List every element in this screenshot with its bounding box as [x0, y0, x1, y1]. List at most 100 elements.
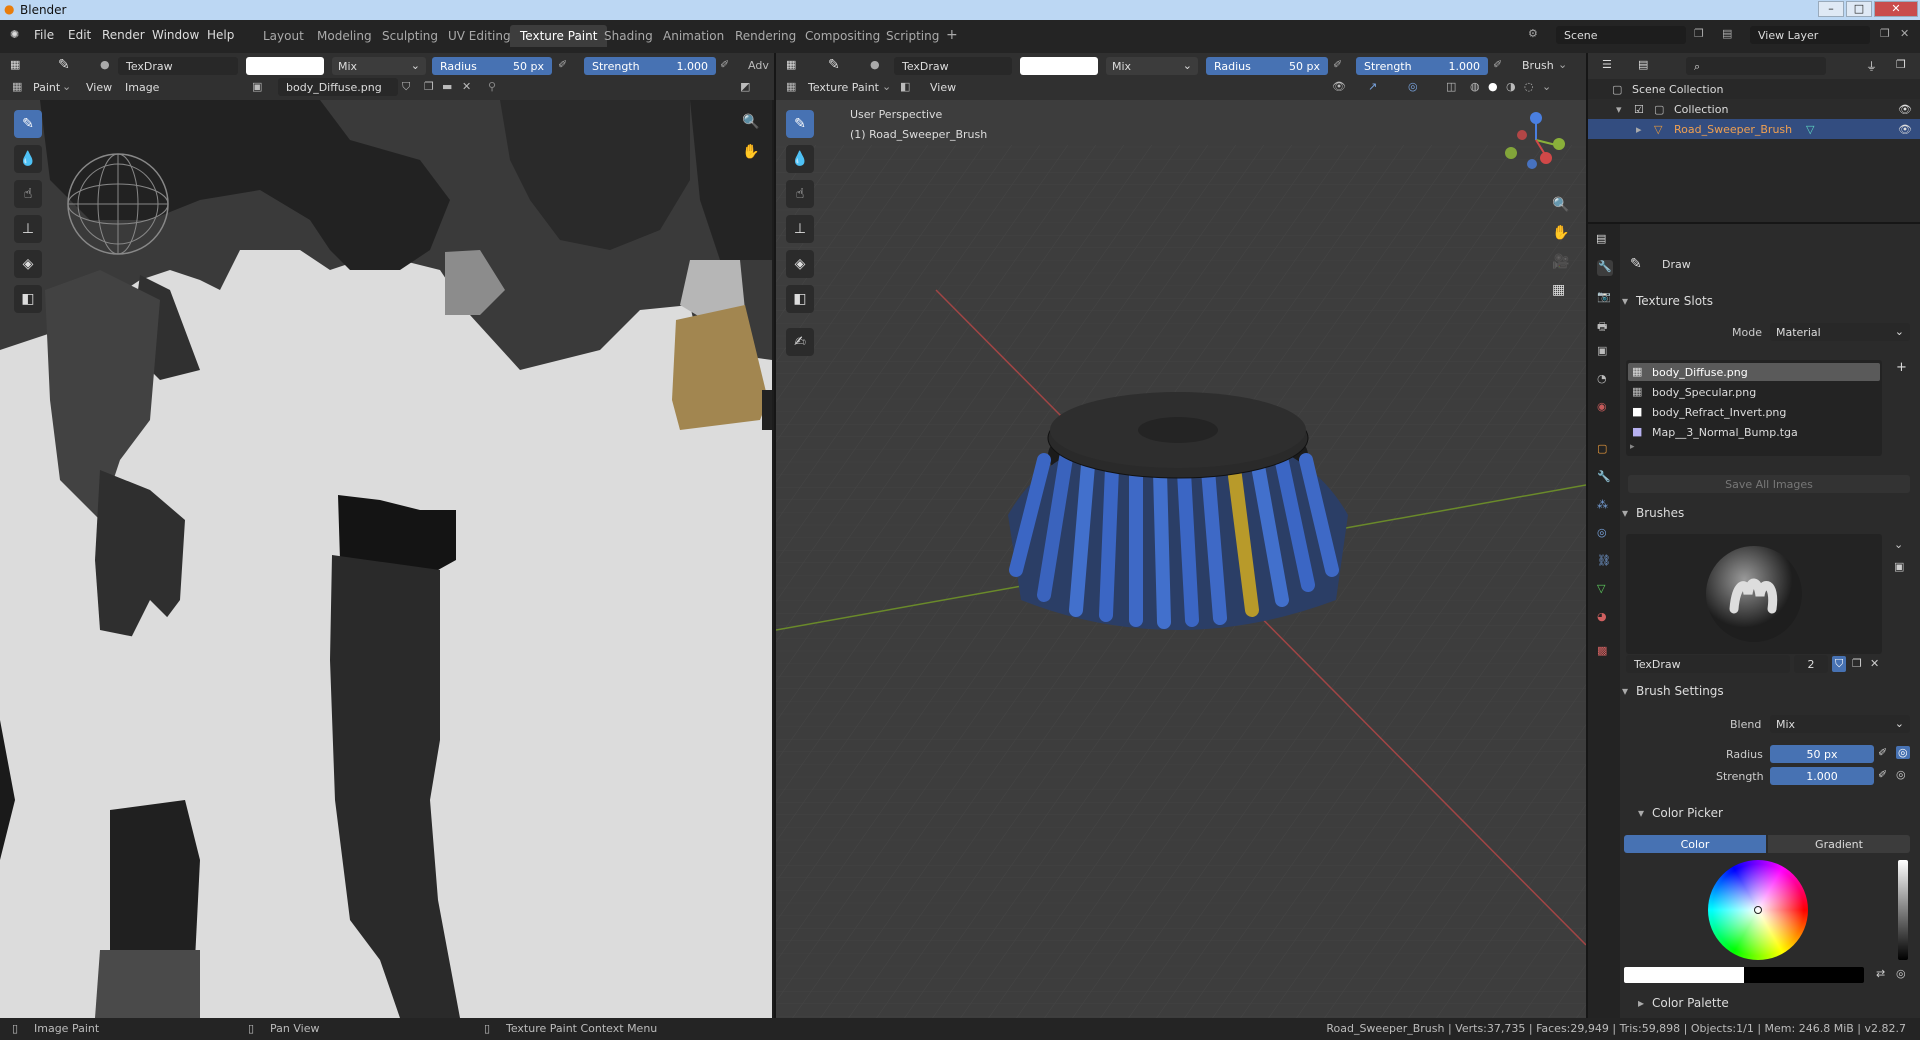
strength-pressure-icon[interactable]: ✐ [720, 58, 729, 71]
strength-slider[interactable]: Strength 1.000 [1356, 57, 1488, 75]
gradient-tab[interactable]: Gradient [1768, 835, 1910, 853]
menu-edit[interactable]: Edit [68, 28, 91, 42]
minimize-button[interactable]: – [1818, 1, 1844, 17]
clone-tool-button[interactable]: ⊥ [786, 215, 814, 243]
blend-dropdown[interactable]: Mix ⌄ [1770, 715, 1910, 733]
brush-image-icon[interactable]: ▣ [1894, 560, 1904, 573]
strength-pressure-icon[interactable]: ✐ [1878, 768, 1887, 781]
maximize-button[interactable]: □ [1846, 1, 1872, 17]
brush-settings-panel-header[interactable]: ▾ Brush Settings [1622, 684, 1912, 706]
wireframe-shading-icon[interactable]: ◍ [1470, 80, 1480, 93]
brush-users-count[interactable]: 2 [1794, 655, 1828, 673]
strength-pressure-icon[interactable]: ✐ [1493, 58, 1502, 71]
menu-render[interactable]: Render [102, 28, 145, 42]
rendered-shading-icon[interactable]: ◌ [1524, 80, 1534, 93]
mesh-data-icon[interactable]: ▽ [1806, 123, 1814, 136]
viewport-3d[interactable]: User Perspective (1) Road_Sweeper_Brush … [776, 100, 1586, 1018]
material-tab-icon[interactable]: ◕ [1597, 610, 1607, 623]
editor-type-icon[interactable]: ▦ [786, 58, 796, 71]
tab-texture-paint[interactable]: Texture Paint [510, 25, 608, 47]
zoom-icon[interactable]: 🔍 [742, 114, 759, 130]
output-tab-icon[interactable]: 🖶 [1597, 318, 1607, 337]
render-tab-icon[interactable]: 📷 [1597, 290, 1611, 303]
mode-dropdown[interactable]: Material ⌄ [1770, 323, 1910, 341]
pan-hand-icon[interactable]: ✋ [742, 144, 759, 160]
list-item[interactable]: ▦ body_Diffuse.png [1628, 363, 1880, 381]
radius-pressure-icon[interactable]: ✐ [1878, 746, 1887, 759]
new-collection-icon[interactable]: ❐ [1896, 58, 1906, 71]
new-scene-icon[interactable]: ❐ [1694, 27, 1704, 40]
eye-icon[interactable]: 👁 [1898, 103, 1912, 116]
object-tab-icon[interactable]: ▢ [1597, 442, 1607, 455]
blend-dropdown[interactable]: Mix ⌄ [1106, 57, 1198, 75]
brush-color-swatch[interactable] [1020, 57, 1098, 75]
brushes-panel-header[interactable]: ▾ Brushes [1622, 506, 1912, 528]
tool-tab-icon[interactable]: 🔧 [1597, 260, 1613, 276]
radius-pressure-icon[interactable]: ✐ [1333, 58, 1342, 71]
expand-arrow-icon[interactable]: ▸ [1636, 123, 1642, 136]
color-wheel[interactable] [1708, 860, 1808, 960]
tab-sculpting[interactable]: Sculpting [372, 25, 448, 47]
unlink-brush-icon[interactable]: ✕ [1870, 657, 1879, 670]
fill-tool-button[interactable]: ◈ [786, 250, 814, 278]
add-slot-icon[interactable]: + [1896, 360, 1907, 375]
brush-color-swatch[interactable] [246, 57, 324, 75]
brush-tool-icon[interactable]: ✎ [828, 57, 840, 73]
outliner-row-collection[interactable]: ▾ ☑ ▢ Collection 👁 [1588, 99, 1920, 119]
editor-type-icon[interactable]: ☰ [1602, 58, 1612, 71]
scene-icon[interactable]: ⚙ [1528, 27, 1538, 40]
texture-tab-icon[interactable]: ▩ [1597, 644, 1607, 657]
blender-menu-icon[interactable]: ✺ [10, 28, 19, 41]
brush-menu[interactable]: Brush [1522, 59, 1554, 72]
outliner-search-input[interactable]: ⌕ [1686, 57, 1826, 75]
eye-icon[interactable]: 👁 [1898, 123, 1912, 136]
paint-mode-dropdown[interactable]: Paint [33, 81, 60, 94]
tab-uv-editing[interactable]: UV Editing [438, 25, 521, 47]
editor-type-icon[interactable]: ▦ [10, 58, 20, 71]
display-channels-icon[interactable]: ◩ [740, 80, 750, 93]
world-tab-icon[interactable]: ◉ [1597, 400, 1607, 413]
outliner-row-scene-collection[interactable]: ▢ Scene Collection [1588, 79, 1920, 99]
smear-tool-button[interactable]: ☝ [786, 180, 814, 208]
draw-tool-button[interactable]: ✎ [14, 110, 42, 138]
save-all-images-button[interactable]: Save All Images [1628, 475, 1910, 493]
new-view-layer-icon[interactable]: ❐ [1880, 27, 1890, 40]
list-item[interactable]: ▦ body_Specular.png [1628, 383, 1880, 401]
radius-pressure-icon[interactable]: ✐ [558, 58, 567, 71]
radius-unit-icon[interactable]: ◎ [1896, 746, 1910, 759]
clone-tool-button[interactable]: ⊥ [14, 215, 42, 243]
unlink-image-icon[interactable]: ✕ [462, 80, 471, 93]
pan-hand-icon[interactable]: ✋ [1552, 225, 1569, 241]
fake-user-shield-icon[interactable]: ⛉ [1832, 656, 1847, 672]
brush-preview[interactable] [1626, 534, 1882, 654]
checkbox-icon[interactable]: ☑ [1634, 103, 1644, 116]
swap-colors-icon[interactable]: ⇄ [1876, 967, 1885, 980]
open-image-icon[interactable]: ▬ [442, 80, 452, 93]
modifiers-tab-icon[interactable]: 🔧 [1597, 470, 1611, 483]
material-shading-icon[interactable]: ◑ [1506, 80, 1516, 93]
xray-toggle-icon[interactable]: ◫ [1446, 80, 1456, 93]
brush-name-field[interactable]: TexDraw [1626, 655, 1790, 673]
color-palette-panel-header[interactable]: ▸ Color Palette [1638, 996, 1920, 1018]
list-item[interactable]: ■ Map__3_Normal_Bump.tga [1628, 423, 1880, 441]
display-mode-icon[interactable]: ▤ [1638, 58, 1648, 71]
texture-slots-panel-header[interactable]: ▾ Texture Slots [1622, 294, 1912, 316]
pin-icon[interactable]: ⚲ [488, 80, 496, 93]
visibility-icon[interactable]: 👁 [1332, 80, 1346, 93]
brush-name-field[interactable]: TexDraw [118, 57, 238, 75]
physics-tab-icon[interactable]: ◎ [1597, 526, 1607, 539]
filter-icon[interactable]: ⏚ [1866, 58, 1877, 74]
radius-slider[interactable]: Radius 50 px [432, 57, 552, 75]
strength-slider[interactable]: 1.000 [1770, 767, 1874, 785]
fake-user-shield-icon[interactable]: ⛉ [402, 80, 410, 94]
blend-dropdown[interactable]: Mix ⌄ [332, 57, 426, 75]
close-button[interactable]: ✕ [1874, 1, 1918, 17]
scene-field[interactable]: Scene [1556, 26, 1686, 44]
image-browse-icon[interactable]: ▣ [252, 80, 262, 93]
fill-tool-button[interactable]: ◈ [14, 250, 42, 278]
soften-tool-button[interactable]: 💧 [14, 145, 42, 173]
view-menu[interactable]: View [86, 81, 112, 94]
menu-window[interactable]: Window [152, 28, 199, 42]
view-layer-field[interactable]: View Layer [1750, 26, 1870, 44]
color-picker-panel-header[interactable]: ▾ Color Picker [1638, 806, 1920, 828]
